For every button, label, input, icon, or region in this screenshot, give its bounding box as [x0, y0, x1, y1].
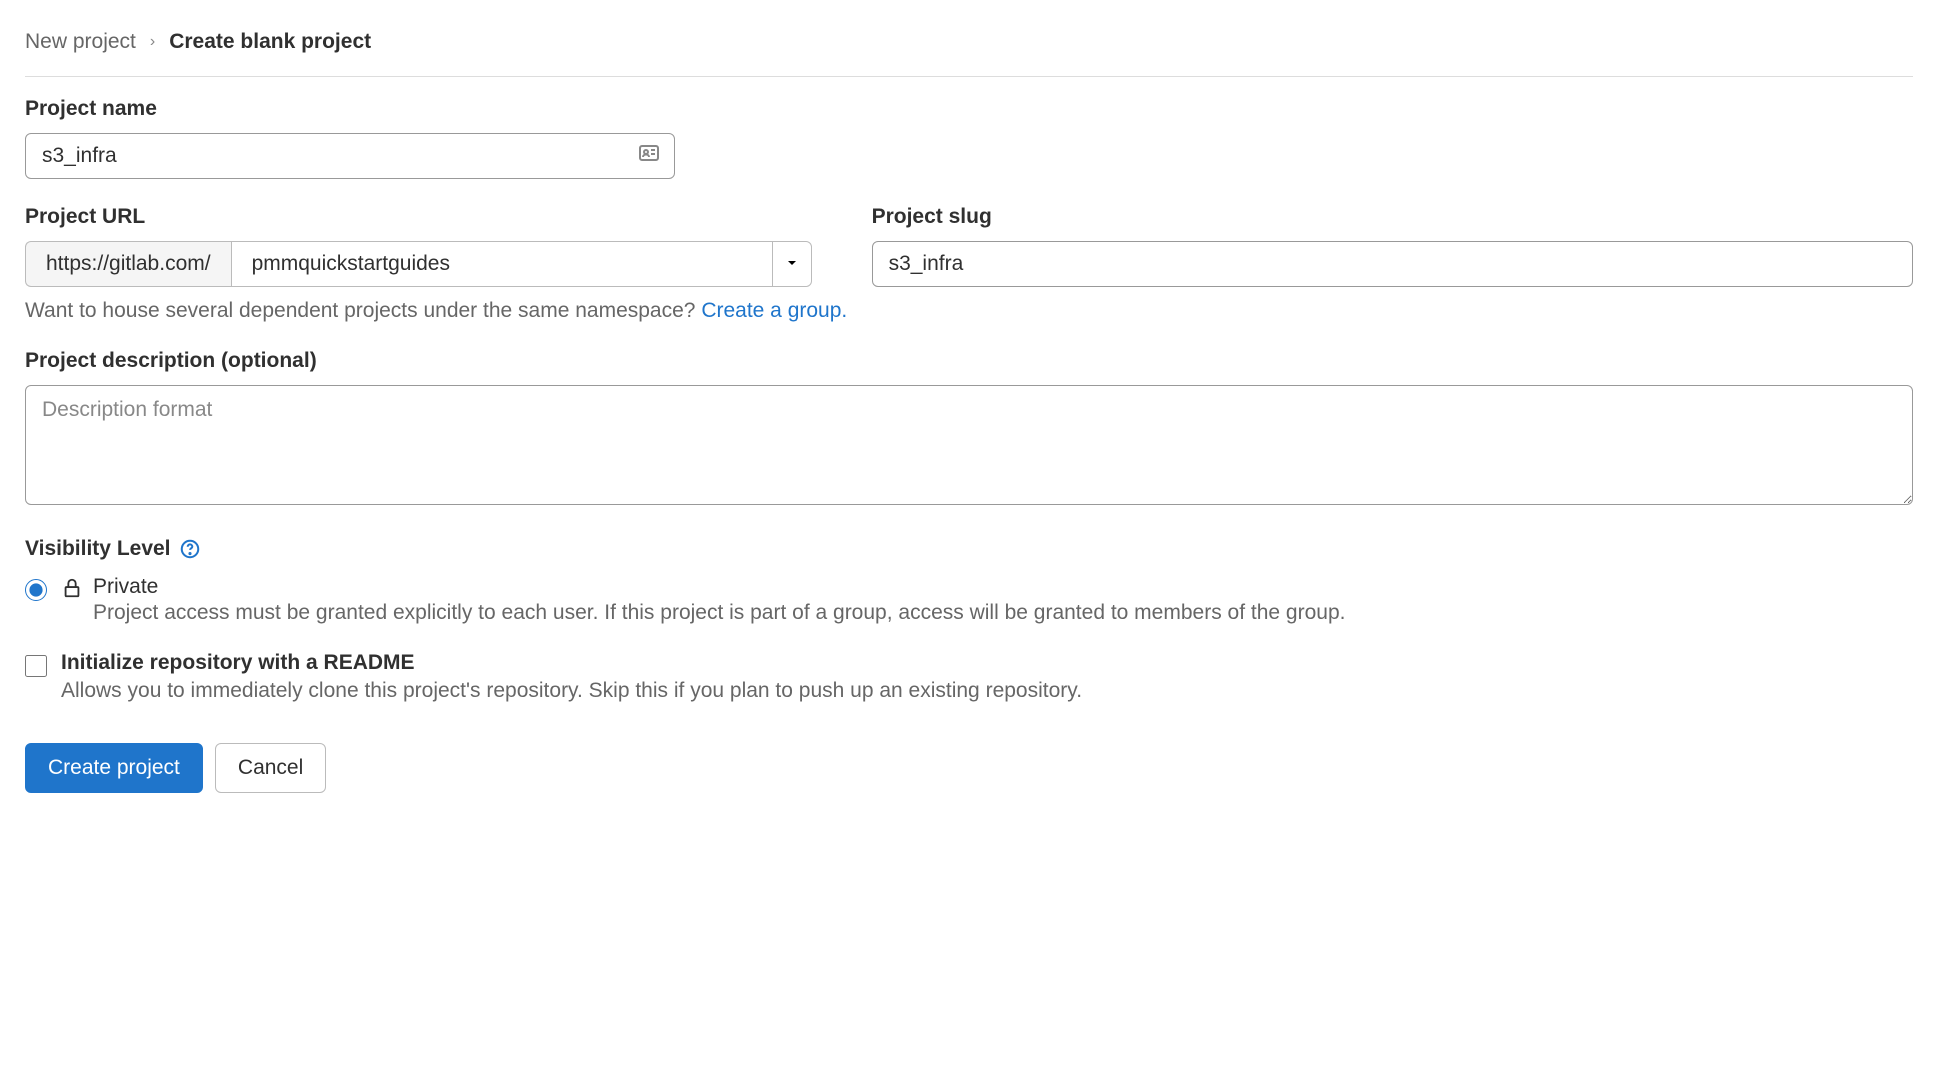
- button-row: Create project Cancel: [25, 743, 1913, 793]
- help-icon[interactable]: [179, 538, 201, 560]
- project-name-input[interactable]: [25, 133, 675, 179]
- project-url-group: Project URL https://gitlab.com/ pmmquick…: [25, 205, 812, 287]
- readme-title: Initialize repository with a README: [61, 651, 1913, 675]
- namespace-dropdown-button[interactable]: [772, 242, 811, 286]
- cancel-button[interactable]: Cancel: [215, 743, 326, 793]
- project-url-label: Project URL: [25, 205, 812, 229]
- chevron-down-icon: [785, 258, 799, 273]
- readme-desc: Allows you to immediately clone this pro…: [61, 679, 1913, 703]
- breadcrumb: New project › Create blank project: [25, 30, 1913, 77]
- description-label: Project description (optional): [25, 349, 1913, 373]
- namespace-helper: Want to house several dependent projects…: [25, 299, 1913, 323]
- breadcrumb-current: Create blank project: [169, 30, 371, 54]
- contact-card-icon: [637, 141, 661, 171]
- project-name-group: Project name: [25, 97, 1913, 179]
- project-slug-label: Project slug: [872, 205, 1913, 229]
- project-slug-group: Project slug: [872, 205, 1913, 287]
- namespace-helper-text: Want to house several dependent projects…: [25, 299, 701, 322]
- project-url-prefix: https://gitlab.com/: [25, 241, 231, 287]
- lock-icon: [61, 577, 83, 605]
- namespace-value: pmmquickstartguides: [232, 242, 772, 286]
- visibility-label: Visibility Level: [25, 537, 171, 561]
- project-slug-input[interactable]: [872, 241, 1913, 287]
- project-name-label: Project name: [25, 97, 1913, 121]
- description-textarea[interactable]: [25, 385, 1913, 505]
- description-group: Project description (optional): [25, 349, 1913, 511]
- readme-checkbox[interactable]: [25, 655, 47, 677]
- create-project-button[interactable]: Create project: [25, 743, 203, 793]
- visibility-private-radio[interactable]: [25, 579, 47, 601]
- visibility-private-desc: Project access must be granted explicitl…: [93, 601, 1345, 625]
- namespace-select[interactable]: pmmquickstartguides: [231, 241, 812, 287]
- breadcrumb-new-project[interactable]: New project: [25, 30, 136, 54]
- readme-group: Initialize repository with a README Allo…: [25, 651, 1913, 703]
- visibility-group: Visibility Level Private Project access …: [25, 537, 1913, 625]
- visibility-private-title: Private: [93, 575, 1345, 599]
- breadcrumb-separator: ›: [150, 33, 155, 51]
- create-group-link[interactable]: Create a group.: [701, 299, 847, 322]
